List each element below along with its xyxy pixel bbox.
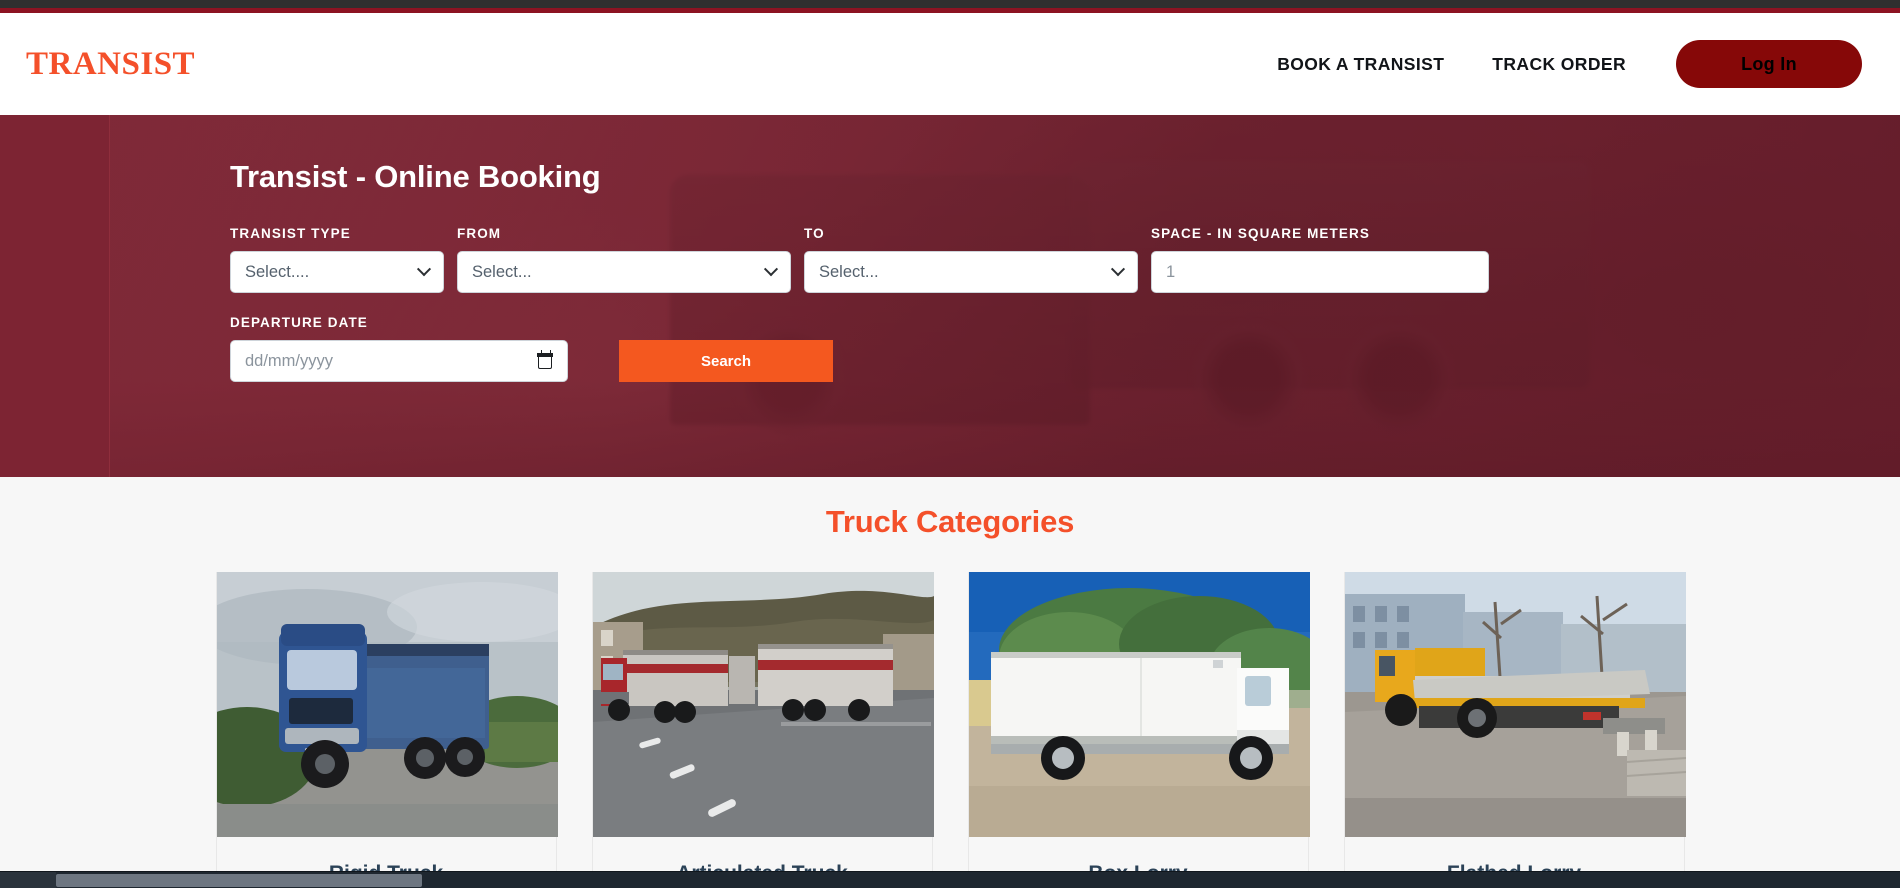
truck-category-cards: Rigid Truck Single-unit trucks with a fi… [0,572,1900,888]
truck-categories-section: Truck Categories [0,477,1900,888]
field-from: FROM Select... [457,226,791,293]
field-to: TO Select... [804,226,1138,293]
label-from: FROM [457,226,502,241]
hero-booking-section: Transist - Online Booking TRANSIST TYPE … [0,115,1900,477]
truck-categories-title: Truck Categories [825,504,1075,539]
space-input[interactable]: 1 [1151,251,1489,293]
space-placeholder: 1 [1166,262,1176,281]
transist-type-select[interactable]: Select.... [230,251,444,293]
chevron-down-icon [416,262,432,277]
category-card-articulated-truck[interactable]: Articulated Truck Consist of a tractor u… [591,572,934,888]
hero-title: Transist - Online Booking [230,159,601,194]
field-space: SPACE - IN SQUARE METERS 1 [1151,226,1489,293]
to-value: Select... [819,262,879,281]
booking-form-row-2: DEPARTURE DATE dd/mm/yyyy Search [230,315,1900,382]
category-card-rigid-truck[interactable]: Rigid Truck Single-unit trucks with a fi… [215,572,558,888]
nav-link-book-a-transist[interactable]: BOOK A TRANSIST [1253,54,1468,75]
chevron-down-icon [1110,262,1126,277]
scrollbar-thumb[interactable] [56,874,422,887]
horizontal-scrollbar[interactable] [0,871,1900,888]
label-departure-date: DEPARTURE DATE [230,315,368,330]
to-select[interactable]: Select... [804,251,1138,293]
search-button[interactable]: Search [619,340,833,382]
departure-date-input[interactable]: dd/mm/yyyy [230,340,568,382]
browser-chrome-edge [0,0,1900,8]
scrollbar-track-left[interactable] [0,872,56,888]
articulated-truck-image [592,572,934,837]
login-button[interactable]: Log In [1676,40,1862,88]
brand-logo[interactable]: TRANSIST [26,47,195,81]
page-root: TRANSIST BOOK A TRANSIST TRACK ORDER Log… [0,0,1900,888]
booking-form-row-1: TRANSIST TYPE Select.... FROM Select... … [230,226,1900,293]
from-value: Select... [472,262,532,281]
flatbed-lorry-image [1344,572,1686,837]
from-select[interactable]: Select... [457,251,791,293]
field-transist-type: TRANSIST TYPE Select.... [230,226,444,293]
category-card-box-lorry[interactable]: Box Lorry Lorries with an enclosed cargo… [967,572,1310,888]
rigid-truck-image [216,572,558,837]
hero-content: Transist - Online Booking TRANSIST TYPE … [0,115,1900,382]
chevron-down-icon [763,262,779,277]
label-to: TO [804,226,825,241]
box-lorry-image [968,572,1310,837]
transist-type-value: Select.... [245,262,310,281]
label-space: SPACE - IN SQUARE METERS [1151,226,1370,241]
field-departure-date: DEPARTURE DATE dd/mm/yyyy [230,315,568,382]
departure-date-placeholder: dd/mm/yyyy [245,351,334,370]
label-transist-type: TRANSIST TYPE [230,226,351,241]
nav-link-track-order[interactable]: TRACK ORDER [1468,54,1650,75]
category-card-flatbed-lorry[interactable]: Flatbed Lorry Lorries with a flat cargo … [1343,572,1686,888]
site-header: TRANSIST BOOK A TRANSIST TRACK ORDER Log… [0,13,1900,115]
calendar-icon[interactable] [537,349,553,369]
main-navigation: BOOK A TRANSIST TRACK ORDER Log In [1253,40,1872,88]
